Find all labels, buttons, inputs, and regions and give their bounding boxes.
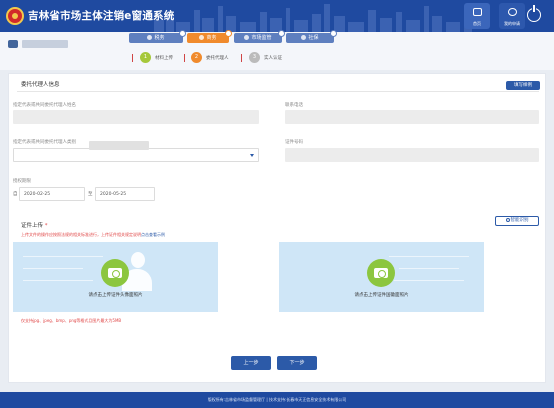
user-icon xyxy=(508,8,517,16)
chip-count-badge xyxy=(330,30,337,37)
from-label: 自 xyxy=(13,192,18,197)
id-number-field[interactable] xyxy=(285,148,539,162)
upload-id-front[interactable]: 请点击上传证件头像面照片 xyxy=(13,242,218,312)
blurred-content xyxy=(89,141,149,150)
end-date-value: 2020-05-25 xyxy=(100,192,127,197)
section-title: 委托代理人信息 xyxy=(21,82,60,88)
start-date-input[interactable]: 2020-02-25 xyxy=(19,187,85,201)
agent-name-field[interactable] xyxy=(13,110,259,124)
decor-line xyxy=(23,256,103,257)
emblem-logo xyxy=(6,7,24,25)
decor-line xyxy=(23,268,83,269)
user-avatar-icon xyxy=(8,40,18,48)
start-date-value: 2020-02-25 xyxy=(24,192,51,197)
end-date-input[interactable]: 2020-05-25 xyxy=(95,187,155,201)
agent-type-select[interactable] xyxy=(13,148,259,162)
step-number: 3 xyxy=(249,52,260,63)
eye-icon xyxy=(147,34,153,40)
upload-back-text: 请点击上传证件国徽面照片 xyxy=(354,293,409,298)
dept-chip-tax[interactable]: 税务 xyxy=(129,30,186,43)
step-divider xyxy=(184,54,185,62)
phone-field[interactable] xyxy=(285,110,539,124)
scan-icon xyxy=(505,217,510,222)
to-label: 至 xyxy=(88,192,93,197)
dept-chip-commerce[interactable]: 商务 xyxy=(187,30,232,43)
camera-icon xyxy=(367,259,395,287)
app-header: 吉林省市场主体注销e窗通系统 首页 我的申请 xyxy=(0,0,554,32)
chevron-down-icon xyxy=(250,154,254,157)
user-info xyxy=(8,39,68,49)
upload-title: 证件上传 * xyxy=(21,221,48,229)
logout-power-icon[interactable] xyxy=(527,5,541,22)
fill-example-button[interactable]: 填写样例 xyxy=(506,81,540,90)
home-button[interactable]: 首页 xyxy=(464,3,490,29)
step-label: 委托代理人 xyxy=(206,56,229,61)
section-divider xyxy=(17,91,539,92)
chip-label: 市场监管 xyxy=(251,35,272,41)
phone-label: 联系电话 xyxy=(285,103,303,108)
step-number: 2 xyxy=(191,52,202,63)
format-hint: 仅支持jpg、jpeg、bmp、png等格式且图片最大为5MB xyxy=(21,318,122,323)
view-example-link[interactable]: 点击查看示例 xyxy=(141,232,165,237)
step-divider xyxy=(241,54,242,62)
eye-icon xyxy=(244,34,250,40)
upload-front-text: 请点击上传证件头像面照片 xyxy=(88,293,143,298)
agent-name-label: 指定代表或共同委托代理人姓名 xyxy=(13,103,76,108)
period-label: 授权期限 xyxy=(13,179,31,184)
dept-chip-social-security[interactable]: 社保 xyxy=(286,30,337,43)
upload-title-text: 证件上传 xyxy=(21,223,44,229)
home-label: 首页 xyxy=(473,21,481,26)
chip-count-badge xyxy=(179,30,186,37)
upload-id-back[interactable]: 请点击上传证件国徽面照片 xyxy=(279,242,484,312)
required-mark: * xyxy=(44,223,48,229)
previous-step-button[interactable]: 上一步 xyxy=(231,356,271,370)
skyline-decoration xyxy=(154,4,472,32)
my-applications-label: 我的申请 xyxy=(504,21,520,26)
step-divider xyxy=(132,54,133,62)
decor-line xyxy=(399,268,459,269)
page-footer: 版权所有:吉林省市场监督管理厅 | 技术支持:长春市天正信息安全技术有限公司 xyxy=(0,392,554,408)
camera-icon xyxy=(101,259,129,287)
upload-warning-text: 上传文件的操作应按照法规的相关标准进行，上传证件相关规定说明 xyxy=(21,232,141,237)
smart-recognize-label: 智能识别 xyxy=(510,218,529,223)
step-number: 1 xyxy=(140,52,151,63)
chip-label: 税务 xyxy=(154,35,165,41)
home-icon xyxy=(473,8,482,16)
upload-warning: 上传文件的操作应按照法规的相关标准进行，上传证件相关规定说明点击查看示例 xyxy=(21,232,165,238)
dept-chip-market[interactable]: 市场监管 xyxy=(234,30,285,43)
chip-count-badge xyxy=(278,30,285,37)
agent-type-label: 指定代表或共同委托代理人类别 xyxy=(13,140,76,145)
id-number-label: 证件号码 xyxy=(285,140,303,145)
eye-icon xyxy=(301,34,307,40)
my-applications-button[interactable]: 我的申请 xyxy=(499,3,525,29)
app-title: 吉林省市场主体注销e窗通系统 xyxy=(28,10,175,22)
decor-line xyxy=(389,256,469,257)
next-step-button[interactable]: 下一步 xyxy=(277,356,317,370)
user-name xyxy=(22,40,68,48)
decor-line xyxy=(394,280,464,281)
eye-icon xyxy=(199,34,205,40)
step-label: 材料上传 xyxy=(155,56,173,61)
step-label: 实人认证 xyxy=(264,56,282,61)
smart-recognize-button[interactable]: 智能识别 xyxy=(495,216,539,226)
chip-count-badge xyxy=(225,30,232,37)
chip-label: 社保 xyxy=(308,35,319,41)
agent-info-panel: 委托代理人信息 填写样例 指定代表或共同委托代理人姓名 联系电话 指定代表或共同… xyxy=(8,73,546,383)
decor-line xyxy=(23,280,93,281)
chip-label: 商务 xyxy=(206,35,217,41)
